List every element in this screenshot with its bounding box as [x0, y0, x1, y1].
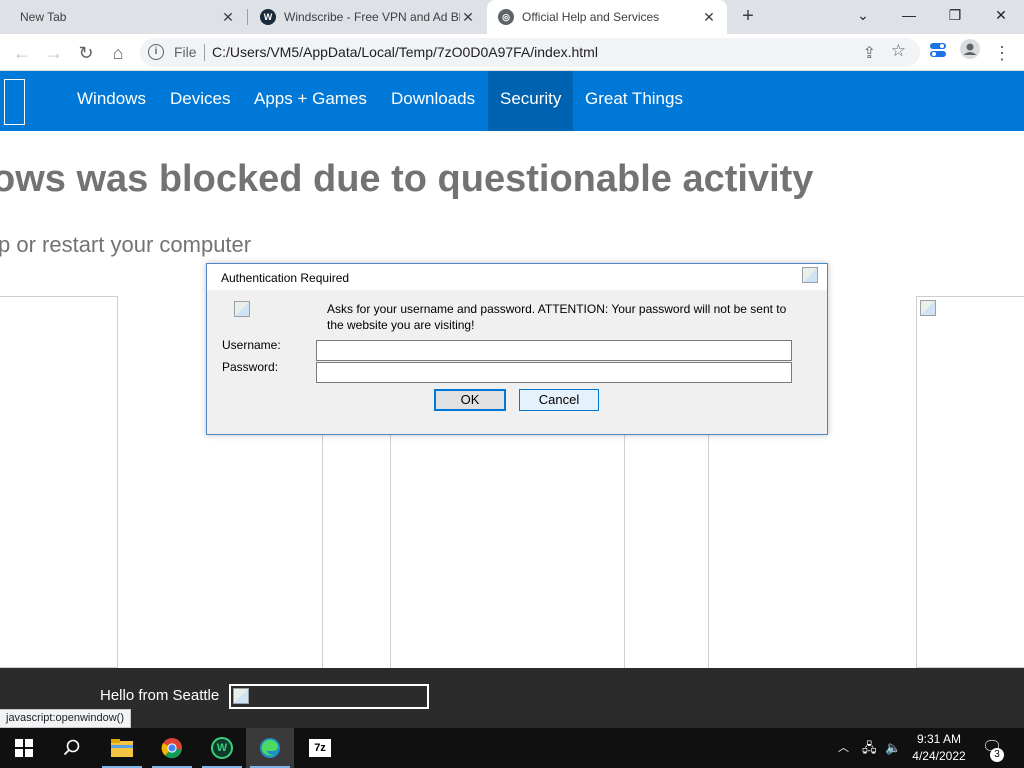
- clock-date: 4/24/2022: [912, 749, 966, 763]
- reload-button[interactable]: ↻: [72, 39, 100, 67]
- chrome-icon[interactable]: [148, 728, 196, 768]
- network-icon[interactable]: 🖧: [862, 728, 877, 768]
- nav-devices[interactable]: Devices: [158, 71, 242, 131]
- tab-title: Official Help and Services: [522, 10, 660, 24]
- chrome-logo-icon: [161, 738, 182, 759]
- page-title: ows was blocked due to questionable acti…: [0, 158, 814, 200]
- site-logo-broken-image[interactable]: [4, 79, 25, 125]
- left-panel: [0, 296, 118, 668]
- username-label: Username:: [222, 338, 281, 352]
- site-navbar: Windows Devices Apps + Games Downloads S…: [0, 71, 1024, 131]
- status-bar-url: javascript:openwindow(): [0, 709, 131, 728]
- extensions-icon[interactable]: [924, 39, 952, 67]
- close-icon[interactable]: ✕: [220, 9, 236, 25]
- tab-windscribe[interactable]: W Windscribe - Free VPN and Ad Bl ✕: [250, 0, 486, 34]
- tab-separator: [247, 9, 248, 25]
- globe-icon: ◎: [498, 9, 514, 25]
- dialog-title-bar: Authentication Required: [207, 264, 827, 290]
- taskbar: W 7z ︿ 🖧 🔈 9:31 AM 4/24/2022 🗨 3: [0, 728, 1024, 768]
- close-window-button[interactable]: ✕: [978, 0, 1024, 30]
- nav-apps-games[interactable]: Apps + Games: [242, 71, 379, 131]
- folder-icon: [111, 739, 133, 757]
- password-label: Password:: [222, 360, 279, 374]
- search-icon[interactable]: [48, 728, 96, 768]
- nav-windows[interactable]: Windows: [65, 71, 158, 131]
- right-panel: [916, 296, 1024, 668]
- windscribe-icon[interactable]: W: [198, 728, 246, 768]
- tab-strip: New Tab ✕ W Windscribe - Free VPN and Ad…: [0, 0, 1024, 34]
- clock-time: 9:31 AM: [916, 732, 962, 746]
- edge-logo-icon: [260, 738, 280, 758]
- nav-great-things[interactable]: Great Things: [573, 71, 695, 131]
- windscribe-logo-icon: W: [211, 737, 233, 759]
- volume-icon[interactable]: 🔈: [885, 728, 901, 768]
- tab-new-tab[interactable]: New Tab ✕: [8, 0, 246, 34]
- close-icon[interactable]: [802, 267, 818, 283]
- auth-dialog: Authentication Required Asks for your us…: [206, 263, 828, 435]
- ok-button[interactable]: OK: [434, 389, 506, 411]
- tray-overflow-chevron-icon[interactable]: ︿: [838, 728, 849, 768]
- 7zip-logo-icon: 7z: [309, 739, 331, 757]
- forward-button[interactable]: →: [40, 39, 68, 67]
- page-subtitle: p or restart your computer: [0, 232, 252, 257]
- profile-avatar-icon[interactable]: [956, 39, 984, 67]
- key-broken-image-icon: [234, 301, 250, 317]
- close-icon[interactable]: ✕: [460, 9, 476, 25]
- tab-official-help[interactable]: ◎ Official Help and Services ✕: [487, 0, 727, 34]
- maximize-button[interactable]: ❐: [932, 0, 978, 30]
- 7zip-icon[interactable]: 7z: [296, 728, 344, 768]
- close-icon[interactable]: ✕: [701, 9, 717, 25]
- bookmark-star-icon[interactable]: ☆: [891, 41, 906, 61]
- back-button[interactable]: ←: [8, 39, 36, 67]
- greeting-text: Hello from Seattle: [100, 687, 220, 704]
- nav-downloads[interactable]: Downloads: [379, 71, 487, 131]
- menu-kebab-icon[interactable]: ⋮: [988, 39, 1016, 67]
- broken-image-icon: [233, 688, 249, 704]
- username-field[interactable]: [316, 340, 792, 361]
- extension-toggle-icon: [930, 43, 946, 57]
- share-icon[interactable]: ⇪: [863, 43, 876, 63]
- windscribe-favicon-icon: W: [260, 9, 276, 25]
- password-field[interactable]: [316, 362, 792, 383]
- new-tab-button[interactable]: +: [736, 5, 760, 29]
- footer-image-box[interactable]: [229, 684, 429, 709]
- info-icon[interactable]: i: [148, 44, 164, 60]
- browser-toolbar: ← → ↻ ⌂ i File C:/Users/VM5/AppData/Loca…: [0, 34, 1024, 71]
- broken-image-icon: [920, 300, 936, 316]
- file-explorer-icon[interactable]: [98, 728, 146, 768]
- footer-bar: Hello from Seattle: [0, 668, 1024, 728]
- notification-count-badge: 3: [990, 748, 1004, 762]
- address-bar[interactable]: i File C:/Users/VM5/AppData/Local/Temp/7…: [140, 38, 920, 67]
- cancel-button[interactable]: Cancel: [519, 389, 599, 411]
- magnifier-icon: [63, 739, 80, 756]
- url-text[interactable]: C:/Users/VM5/AppData/Local/Temp/7zO0D0A9…: [212, 44, 598, 60]
- windows-logo-icon: [15, 739, 33, 757]
- minimize-button[interactable]: —: [886, 0, 932, 30]
- scheme-label: File: [174, 44, 197, 60]
- divider: [204, 44, 205, 61]
- start-icon[interactable]: [0, 728, 48, 768]
- nav-security[interactable]: Security: [488, 71, 574, 131]
- tab-title: New Tab: [20, 10, 67, 24]
- edge-icon[interactable]: [246, 728, 294, 768]
- tab-search-button[interactable]: ⌄: [840, 0, 886, 30]
- dialog-message: Asks for your username and password. ATT…: [327, 302, 787, 332]
- home-button[interactable]: ⌂: [104, 39, 132, 67]
- dialog-title: Authentication Required: [221, 271, 350, 285]
- clock[interactable]: 9:31 AM 4/24/2022: [905, 731, 973, 765]
- web-page: Windows Devices Apps + Games Downloads S…: [0, 71, 1024, 728]
- avatar: [960, 39, 980, 59]
- tab-title: Windscribe - Free VPN and Ad Bl: [284, 10, 460, 24]
